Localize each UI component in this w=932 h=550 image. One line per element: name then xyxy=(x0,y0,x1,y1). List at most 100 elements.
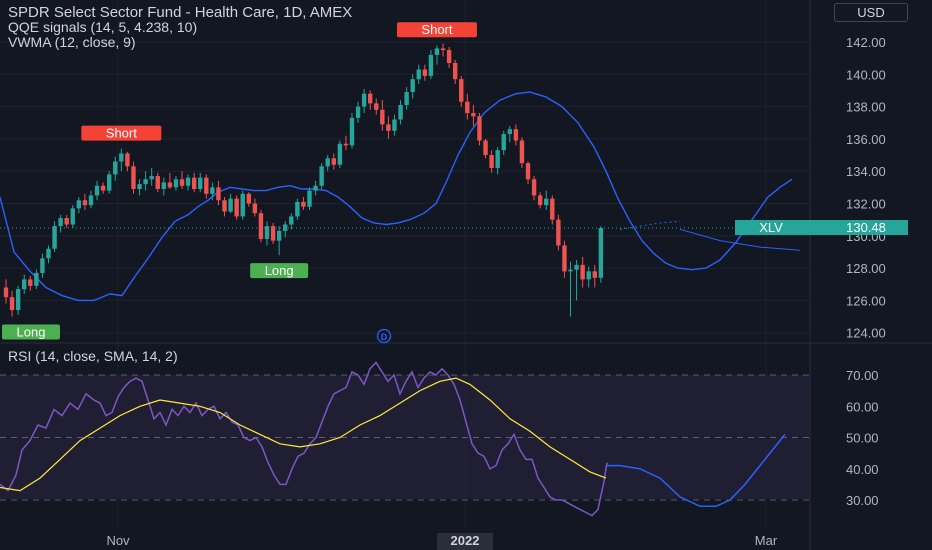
candle-body xyxy=(204,177,209,194)
candle-body xyxy=(76,200,82,209)
candle-body xyxy=(64,218,69,225)
candle-body xyxy=(434,48,440,55)
candle-body xyxy=(22,279,27,290)
rsi-indicator-legend[interactable]: RSI (14, close, SMA, 14, 2) xyxy=(8,348,178,364)
candle-body xyxy=(143,179,148,185)
candle-body xyxy=(15,289,21,311)
candle-body xyxy=(149,176,154,180)
candle-body xyxy=(422,69,428,76)
candle-body xyxy=(471,113,476,117)
candle-body xyxy=(191,177,197,189)
candle-body xyxy=(46,248,51,259)
candle-body xyxy=(349,117,355,146)
candle-body xyxy=(179,179,185,186)
signal-text: Short xyxy=(421,22,452,37)
candle-body xyxy=(550,198,555,220)
candle-body xyxy=(398,104,403,120)
candle-body xyxy=(70,208,75,225)
candle-body xyxy=(234,198,239,217)
candle-body xyxy=(501,134,506,151)
candle-body xyxy=(428,54,434,76)
candle-body xyxy=(568,269,573,272)
last-price-tag: XLV 130.48 xyxy=(735,220,908,235)
candle-body xyxy=(525,163,531,180)
candle-body xyxy=(161,182,167,189)
price-tag-value: 130.48 xyxy=(846,220,886,235)
price-axis-label: 124.00 xyxy=(846,326,886,341)
rsi-axis-label: 30.00 xyxy=(846,493,879,508)
candle-body xyxy=(289,216,294,225)
price-axis-label: 136.00 xyxy=(846,132,886,147)
candle-body xyxy=(246,193,251,204)
candle-body xyxy=(343,143,349,146)
candle-body xyxy=(513,129,519,141)
currency-selector[interactable]: USD xyxy=(834,3,908,22)
candle-body xyxy=(598,228,604,278)
candle-body xyxy=(58,218,63,227)
price-axis-label: 134.00 xyxy=(846,164,886,179)
candle-body xyxy=(380,109,385,125)
candle-body xyxy=(465,101,470,114)
candle-body xyxy=(337,143,343,165)
candle-body xyxy=(580,264,585,280)
candle-body xyxy=(440,48,446,51)
signal-text: Long xyxy=(265,263,294,278)
candle-body xyxy=(477,116,482,141)
signal-text: Short xyxy=(106,126,137,141)
candle-body xyxy=(198,177,203,189)
time-label-2022: 2022 xyxy=(451,533,480,548)
candle-body xyxy=(531,179,537,196)
candle-body xyxy=(210,187,215,194)
candle-body xyxy=(410,79,415,93)
candle-body xyxy=(495,150,500,168)
candle-body xyxy=(556,219,561,246)
price-axis-label: 140.00 xyxy=(846,67,886,82)
candle-body xyxy=(82,200,88,206)
candle-body xyxy=(3,287,9,298)
rsi-axis-label: 40.00 xyxy=(846,462,879,477)
candle-body xyxy=(355,106,361,118)
candle-body xyxy=(173,179,179,188)
candle-body xyxy=(459,79,464,102)
candle-body xyxy=(574,264,579,270)
rsi-axis-label: 70.00 xyxy=(846,368,879,383)
candle-body xyxy=(392,119,397,131)
candle-body xyxy=(252,203,258,214)
dividends-marker[interactable]: D xyxy=(376,328,392,344)
candle-body xyxy=(562,245,567,272)
candle-body xyxy=(276,230,282,241)
candle-body xyxy=(185,177,191,186)
price-axis-label: 128.00 xyxy=(846,261,886,276)
rsi-axis-label: 50.00 xyxy=(846,431,879,446)
candle-body xyxy=(28,279,33,286)
candle-body xyxy=(94,185,100,196)
rsi-axis-label: 60.00 xyxy=(846,399,879,414)
time-label-mar: Mar xyxy=(755,533,778,548)
candle-body xyxy=(222,200,227,212)
candle-body xyxy=(374,103,379,110)
candle-body xyxy=(404,92,409,105)
price-axis-label: 132.00 xyxy=(846,197,886,212)
candle-body xyxy=(507,129,513,135)
candle-body xyxy=(295,201,300,217)
qqe-indicator-legend[interactable]: QQE signals (14, 5, 4.238, 10) xyxy=(8,19,197,35)
candle-body xyxy=(113,161,118,175)
vwma-indicator-legend[interactable]: VWMA (12, close, 9) xyxy=(8,34,136,50)
candle-body xyxy=(125,153,130,167)
candle-body xyxy=(155,176,160,189)
candle-body xyxy=(307,190,312,207)
candle-body xyxy=(319,166,324,186)
dividends-icon-letter: D xyxy=(381,332,388,342)
price-axis-label: 126.00 xyxy=(846,293,886,308)
candle-body xyxy=(216,187,221,201)
time-label-nov: Nov xyxy=(106,533,130,548)
candle-body xyxy=(88,195,94,206)
candle-body xyxy=(137,184,142,189)
chart-svg[interactable]: Long Short Long Short 142.00 140.00 138.00 136… xyxy=(0,0,932,550)
candle-body xyxy=(119,153,124,162)
candle-body xyxy=(537,195,543,206)
candle-body xyxy=(483,140,488,156)
xlv-symbol-label: XLV xyxy=(759,220,783,235)
signal-text: Long xyxy=(17,325,46,340)
candle-body xyxy=(34,272,39,286)
